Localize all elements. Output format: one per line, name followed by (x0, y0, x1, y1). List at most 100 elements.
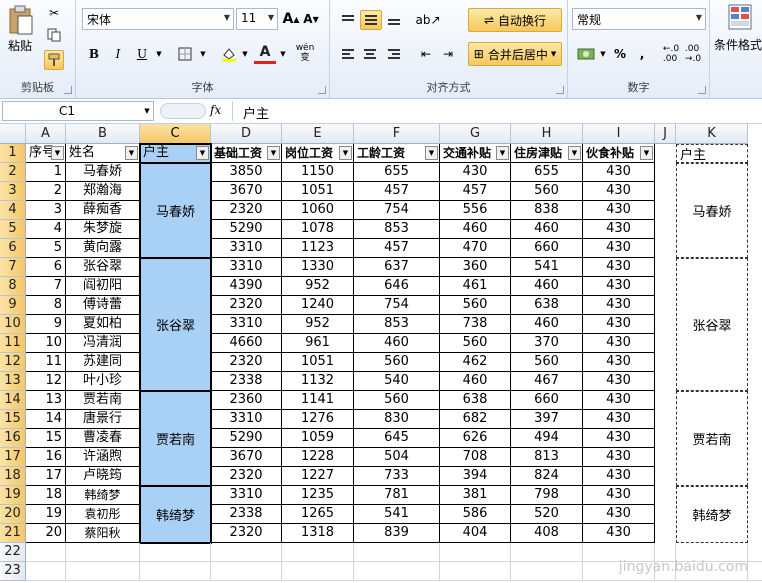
table-header-cell[interactable]: 基础工资 ▼ (211, 144, 282, 163)
chevron-down-icon[interactable]: ▼ (142, 105, 152, 117)
name-cell[interactable]: 薛痴香 (66, 201, 140, 220)
table-cell[interactable]: 17 (26, 467, 66, 486)
align-middle-icon[interactable] (360, 10, 382, 30)
table-cell[interactable]: 430 (583, 277, 655, 296)
row-header-6[interactable]: 6 (0, 239, 26, 258)
formula-input[interactable]: 户主 (232, 101, 760, 122)
chevron-down-icon[interactable]: ▼ (598, 44, 608, 64)
copy-icon[interactable] (44, 26, 64, 44)
table-cell[interactable]: 1228 (282, 448, 354, 467)
font-size-combo[interactable]: 11 ▼ (236, 8, 278, 30)
table-cell[interactable]: 638 (511, 296, 583, 315)
insert-function-button[interactable]: fx (210, 103, 221, 117)
row-header-13[interactable]: 13 (0, 372, 26, 391)
table-cell[interactable]: 430 (583, 467, 655, 486)
table-cell[interactable]: 430 (583, 296, 655, 315)
table-cell[interactable]: 1318 (282, 524, 354, 543)
table-cell[interactable]: 1276 (282, 410, 354, 429)
table-cell[interactable]: 682 (440, 410, 511, 429)
currency-icon[interactable] (574, 44, 598, 64)
conditional-format-button[interactable]: 条件格式 (714, 34, 762, 54)
table-cell[interactable]: 430 (440, 163, 511, 182)
name-cell[interactable]: 许涵煦 (66, 448, 140, 467)
table-cell[interactable]: 1141 (282, 391, 354, 410)
merged-owner-cell[interactable]: 贾若南 (140, 391, 211, 486)
table-cell[interactable]: 19 (26, 505, 66, 524)
fill-color-icon[interactable] (218, 44, 240, 64)
table-cell[interactable]: 16 (26, 448, 66, 467)
table-cell[interactable]: 18 (26, 486, 66, 505)
table-cell[interactable]: 10 (26, 334, 66, 353)
row-header-4[interactable]: 4 (0, 201, 26, 220)
table-cell[interactable]: 952 (282, 277, 354, 296)
table-cell[interactable]: 1051 (282, 353, 354, 372)
table-cell[interactable]: 430 (583, 334, 655, 353)
table-cell[interactable]: 462 (440, 353, 511, 372)
spreadsheet-grid[interactable]: ABCDEFGHIJK 1 2 3 4 5 6 7 8 9 10 11 12 13 14 15 16 17 18 1… (0, 124, 762, 583)
table-cell[interactable]: 1227 (282, 467, 354, 486)
merge-center-button[interactable]: ⊞ 合并后居中 ▼ (468, 42, 562, 66)
table-cell[interactable]: 460 (354, 334, 440, 353)
table-cell[interactable]: 754 (354, 296, 440, 315)
table-cell[interactable]: 2320 (211, 353, 282, 372)
align-left-icon[interactable] (338, 44, 358, 64)
table-cell[interactable]: 824 (511, 467, 583, 486)
table-cell[interactable]: 3 (26, 201, 66, 220)
table-cell[interactable]: 404 (440, 524, 511, 543)
table-cell[interactable]: 839 (354, 524, 440, 543)
table-cell[interactable]: 3310 (211, 315, 282, 334)
table-cell[interactable]: 655 (354, 163, 440, 182)
table-cell[interactable]: 1235 (282, 486, 354, 505)
clipboard-launcher-icon[interactable] (64, 86, 72, 94)
copied-owner-cell[interactable]: 韩绮梦 (676, 486, 748, 543)
filter-dropdown-icon[interactable]: ▼ (125, 146, 138, 160)
column-header-f[interactable]: F (354, 124, 440, 144)
filter-dropdown-icon[interactable]: ▼ (496, 146, 509, 160)
table-cell[interactable]: 430 (583, 353, 655, 372)
table-cell[interactable]: 460 (511, 220, 583, 239)
table-cell[interactable]: 494 (511, 429, 583, 448)
filter-dropdown-icon[interactable]: ▼ (640, 146, 653, 160)
orientation-icon[interactable]: ab↗ (415, 10, 440, 30)
table-cell[interactable]: 853 (354, 315, 440, 334)
filter-dropdown-icon[interactable]: ▼ (339, 146, 352, 160)
name-cell[interactable]: 马春娇 (66, 163, 140, 182)
table-cell[interactable]: 754 (354, 201, 440, 220)
row-header-12[interactable]: 12 (0, 353, 26, 372)
table-cell[interactable]: 4660 (211, 334, 282, 353)
table-cell[interactable]: 3310 (211, 486, 282, 505)
table-cell[interactable]: 2338 (211, 372, 282, 391)
name-cell[interactable]: 贾若南 (66, 391, 140, 410)
chevron-down-icon[interactable]: ▼ (154, 44, 164, 64)
row-header-7[interactable]: 7 (0, 258, 26, 277)
table-cell[interactable]: 560 (440, 334, 511, 353)
table-cell[interactable]: 645 (354, 429, 440, 448)
table-cell[interactable]: 370 (511, 334, 583, 353)
table-cell[interactable]: 11 (26, 353, 66, 372)
row-header-21[interactable]: 21 (0, 524, 26, 543)
table-cell[interactable]: 3310 (211, 258, 282, 277)
select-all-corner[interactable] (0, 124, 26, 144)
table-cell[interactable]: 2338 (211, 505, 282, 524)
table-cell[interactable]: 520 (511, 505, 583, 524)
table-cell[interactable]: 637 (354, 258, 440, 277)
table-cell[interactable]: 430 (583, 524, 655, 543)
table-cell[interactable]: 3310 (211, 410, 282, 429)
table-cell[interactable]: 560 (511, 353, 583, 372)
align-right-icon[interactable] (384, 44, 404, 64)
merged-owner-cell[interactable]: 张谷翠 (140, 258, 211, 391)
wrap-text-button[interactable]: ⇌ 自动换行 (468, 8, 562, 32)
table-cell[interactable]: 397 (511, 410, 583, 429)
phonetic-button[interactable]: wén 变 (292, 40, 318, 66)
table-cell[interactable]: 430 (583, 201, 655, 220)
table-cell[interactable]: 3670 (211, 448, 282, 467)
name-cell[interactable]: 黄向露 (66, 239, 140, 258)
name-cell[interactable]: 冯清润 (66, 334, 140, 353)
table-cell[interactable]: 830 (354, 410, 440, 429)
table-cell[interactable]: 626 (440, 429, 511, 448)
column-header-i[interactable]: I (583, 124, 655, 144)
row-header-19[interactable]: 19 (0, 486, 26, 505)
table-cell[interactable]: 586 (440, 505, 511, 524)
filter-dropdown-icon[interactable]: ▼ (51, 146, 64, 160)
row-header-8[interactable]: 8 (0, 277, 26, 296)
